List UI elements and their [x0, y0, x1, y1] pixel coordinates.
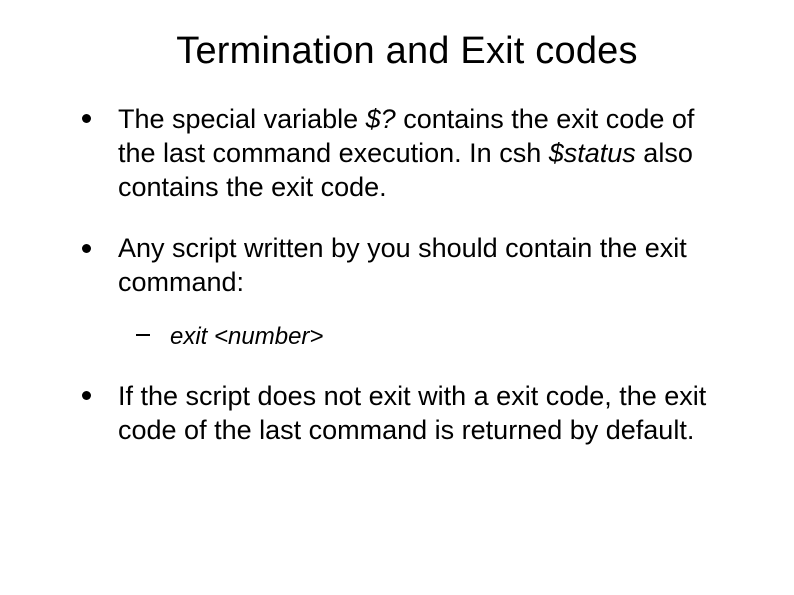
bullet-text-segment: The special variable [118, 104, 366, 134]
bullet-item: The special variable $? contains the exi… [80, 103, 734, 204]
bullet-item: If the script does not exit with a exit … [80, 380, 734, 448]
bullet-item: Any script written by you should contain… [80, 232, 734, 352]
sub-bullet-list: exit <number> [130, 322, 734, 352]
sub-bullet-text: exit <number> [170, 323, 323, 350]
slide: Termination and Exit codes The special v… [0, 0, 794, 595]
bullet-text: Any script written by you should contain… [118, 233, 687, 297]
sub-bullet-item: exit <number> [130, 322, 734, 352]
bullet-text: If the script does not exit with a exit … [118, 381, 706, 445]
bullet-list: The special variable $? contains the exi… [80, 103, 734, 447]
slide-title: Termination and Exit codes [80, 30, 734, 73]
bullet-text-italic: $? [366, 104, 396, 134]
bullet-text-italic: $status [549, 138, 636, 168]
